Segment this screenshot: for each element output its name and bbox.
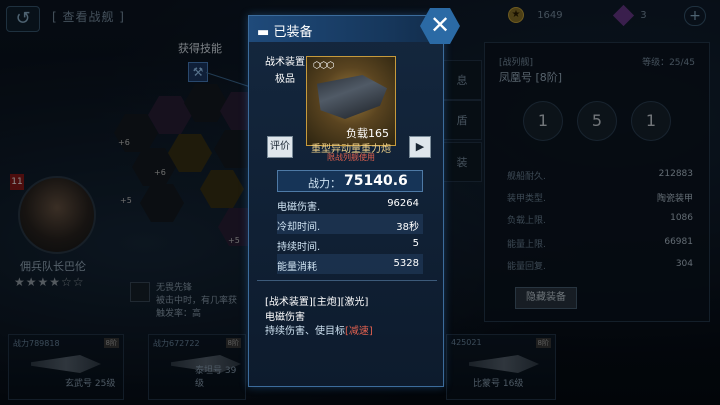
popup-title-text: 已装备 (273, 25, 313, 40)
stat-key: 持续时间. (277, 242, 321, 253)
rate-button[interactable]: 评价 (267, 136, 293, 158)
equipped-item-popup: ▬ 已装备 战术装置 极品 ⬡⬡⬡ 负载165 评价 ▶ 重型异动量重力炮 限战… (248, 15, 445, 387)
item-load: 负载165 (346, 127, 389, 140)
hex-dots-icon: ⬡⬡⬡ (313, 61, 335, 71)
stat-key: 冷却时间. (277, 222, 321, 233)
item-tags: [战术装置][主炮][激光] (265, 297, 369, 308)
item-image-frame: ⬡⬡⬡ 负载165 (306, 56, 396, 146)
item-tier: 极品 (275, 74, 295, 85)
power-label: 战力： (308, 177, 341, 190)
gravity-cannon-icon (317, 75, 387, 119)
effect-name: 电磁伤害 (265, 312, 305, 323)
power-row: 战力： 75140.6 (277, 170, 423, 192)
minus-icon: ▬ (257, 25, 270, 40)
stat-row: 冷却时间. 38秒 (277, 214, 423, 234)
stats-box: 战力： 75140.6 电磁伤害. 96264 冷却时间. 38秒 持续时间. … (277, 170, 423, 276)
close-icon: ✕ (429, 11, 451, 39)
effect-text: 持续伤害、使目标 (265, 326, 345, 337)
divider (257, 280, 437, 281)
stat-row: 能量消耗 5328 (277, 254, 423, 274)
stat-value: 5328 (393, 258, 419, 269)
popup-title: ▬ 已装备 (257, 21, 312, 40)
stat-row: 持续时间. 5 (277, 234, 423, 254)
power-value: 75140.6 (344, 173, 408, 189)
stat-value: 96264 (387, 198, 419, 209)
stat-value: 5 (412, 238, 419, 249)
stat-value: 38秒 (396, 222, 419, 233)
item-kind: 战术装置 (265, 57, 305, 68)
effect-description: 持续伤害、使目标[减速] (265, 322, 373, 337)
stat-row: 电磁伤害. 96264 (277, 194, 423, 214)
popup-header: ▬ 已装备 (249, 16, 445, 42)
stat-key: 电磁伤害. (277, 202, 321, 213)
item-restriction: 限战列舰使用 (327, 153, 375, 162)
slow-tag: [减速] (345, 326, 373, 337)
stat-key: 能量消耗 (277, 262, 317, 273)
play-button[interactable]: ▶ (409, 136, 431, 158)
